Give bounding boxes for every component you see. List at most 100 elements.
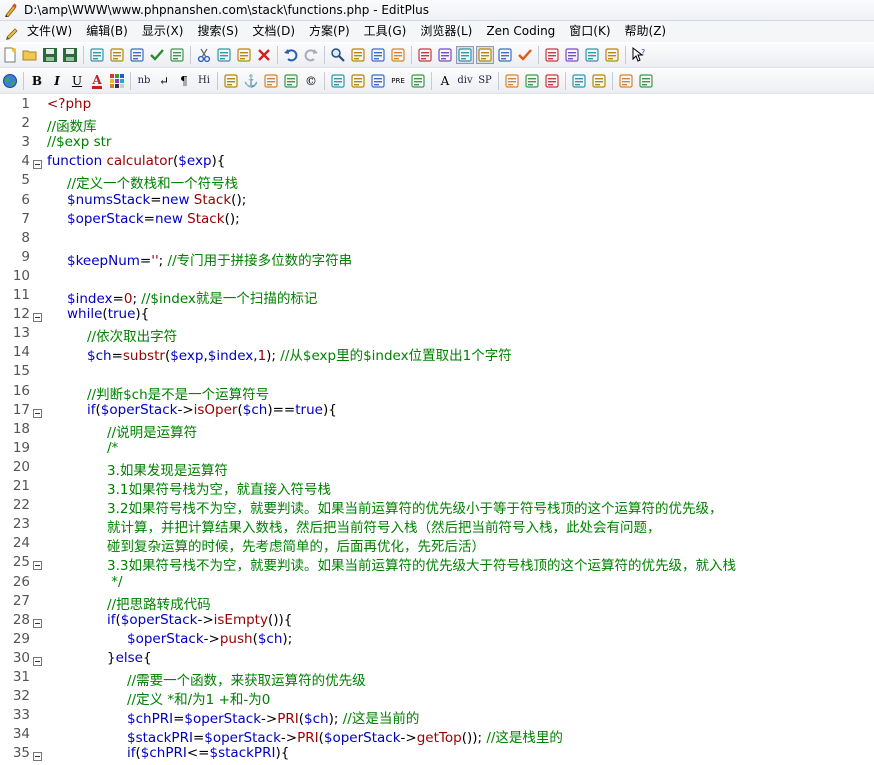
menu-item[interactable]: 搜索(S) <box>190 21 245 42</box>
new-file-icon[interactable] <box>1 46 19 64</box>
hr-icon[interactable] <box>262 72 280 90</box>
code-line[interactable]: 20 3.如果发现是运算符 <box>0 459 874 479</box>
code-line[interactable]: 31 //需要一个函数，来获取运算符的优先级 <box>0 669 874 689</box>
window-icon[interactable] <box>543 46 561 64</box>
bold-icon[interactable]: B <box>28 72 46 90</box>
word-wrap-icon[interactable] <box>456 46 474 64</box>
menu-pencil-icon[interactable] <box>4 24 20 40</box>
redo-icon[interactable] <box>302 46 320 64</box>
menu-item[interactable]: 文件(W) <box>20 21 79 42</box>
comment-icon[interactable] <box>282 72 300 90</box>
code-line[interactable]: 28 if($operStack->isEmpty()){ <box>0 612 874 631</box>
replace-icon[interactable] <box>349 46 367 64</box>
menu-item[interactable]: 窗口(K) <box>562 21 617 42</box>
code-line[interactable]: 5 //定义一个数栈和一个符号栈 <box>0 172 874 192</box>
tile-icon[interactable] <box>563 46 581 64</box>
paste-icon[interactable] <box>235 46 253 64</box>
table-icon[interactable] <box>329 72 347 90</box>
code-line[interactable]: 12 while(true){ <box>0 306 874 325</box>
fold-toggle-icon[interactable] <box>33 310 42 323</box>
code-line[interactable]: 33 $chPRI=$operStack->PRI($ch); //这是当前的 <box>0 707 874 727</box>
color-grid-icon[interactable] <box>108 72 126 90</box>
underline-icon[interactable]: U <box>68 72 86 90</box>
check-icon[interactable] <box>148 46 166 64</box>
spell-icon[interactable] <box>516 46 534 64</box>
menu-item[interactable]: 工具(G) <box>357 21 414 42</box>
menu-item[interactable]: 方案(P) <box>302 21 357 42</box>
line-break-icon[interactable]: ↵ <box>155 72 173 90</box>
pre-icon[interactable]: PRE <box>389 72 407 90</box>
code-editor[interactable]: 1 <?php 2 //函数库 3 //$exp str 4 function calcula… <box>0 96 874 762</box>
browser-icon[interactable] <box>590 72 608 90</box>
code-line[interactable]: 4 function calculator($exp){ <box>0 153 874 172</box>
code-line[interactable]: 15 <box>0 363 874 382</box>
code-line[interactable]: 16 //判断$ch是不是一个运算符号 <box>0 383 874 403</box>
script-icon[interactable] <box>543 72 561 90</box>
code-line[interactable]: 24 碰到复杂运算的时候，先考虑简单的，后面再优化，先死后活） <box>0 535 874 555</box>
find-icon[interactable] <box>329 46 347 64</box>
center-icon[interactable] <box>369 72 387 90</box>
div-icon[interactable]: div <box>456 72 474 90</box>
edit-icon[interactable] <box>503 72 521 90</box>
code-line[interactable]: 34 $stackPRI=$operStack->PRI($operStack->… <box>0 726 874 746</box>
code-line[interactable]: 25 3.3如果符号栈不为空，就要判读。如果当前运算符的优先级大于符号栈顶的这个运… <box>0 554 874 574</box>
code-line[interactable]: 9 $keepNum=''; //专门用于拼接多位数的字符串 <box>0 249 874 269</box>
column-select-icon[interactable] <box>496 46 514 64</box>
list-icon[interactable] <box>409 72 427 90</box>
fold-toggle-icon[interactable] <box>33 406 42 418</box>
code-line[interactable]: 18 //说明是运算符 <box>0 421 874 441</box>
code-line[interactable]: 23 就计算，并把计算结果入数栈，然后把当前符号入栈（然后把当前符号入栈，此处会有… <box>0 516 874 536</box>
menu-item[interactable]: 帮助(Z) <box>618 21 674 42</box>
fold-toggle-icon[interactable] <box>33 654 42 666</box>
span-icon[interactable]: SP <box>476 72 494 90</box>
heading-icon[interactable]: Hi <box>195 72 213 90</box>
code-line[interactable]: 3 //$exp str <box>0 134 874 153</box>
code-line[interactable]: 19 /* <box>0 440 874 459</box>
code-line[interactable]: 21 3.1如果符号栈为空，就直接入符号栈 <box>0 478 874 498</box>
copyright-icon[interactable]: © <box>302 72 320 90</box>
view-icon[interactable] <box>570 72 588 90</box>
code-line[interactable]: 17 if($operStack->isOper($ch)==true){ <box>0 402 874 421</box>
hex-icon[interactable] <box>436 46 454 64</box>
line-number-icon[interactable] <box>476 46 494 64</box>
code-line[interactable]: 1 <?php <box>0 96 874 115</box>
code-line[interactable]: 6 $numsStack=new Stack(); <box>0 192 874 211</box>
cliptext-icon[interactable] <box>583 46 601 64</box>
code-line[interactable]: 30}else{ <box>0 650 874 669</box>
code-line[interactable]: 27 //把思路转成代码 <box>0 593 874 613</box>
paragraph-icon[interactable]: ¶ <box>175 72 193 90</box>
form-icon[interactable]: A <box>436 72 454 90</box>
help-cursor-icon[interactable]: ? <box>630 46 648 64</box>
menu-item[interactable]: 编辑(B) <box>79 21 135 42</box>
code-line[interactable]: 8 <box>0 230 874 249</box>
menu-item[interactable]: Zen Coding <box>479 21 562 42</box>
copy-icon[interactable] <box>215 46 233 64</box>
globe-icon[interactable] <box>1 72 19 90</box>
menu-item[interactable]: 显示(X) <box>135 21 191 42</box>
code-line[interactable]: 7 $operStack=new Stack(); <box>0 211 874 230</box>
preview-icon[interactable] <box>637 72 655 90</box>
find-in-files-icon[interactable] <box>369 46 387 64</box>
nbsp-icon[interactable]: nb <box>135 72 153 90</box>
fold-toggle-icon[interactable] <box>33 616 42 628</box>
code-line[interactable]: 13 //依次取出字符 <box>0 325 874 345</box>
print-icon[interactable] <box>108 46 126 64</box>
code-line[interactable]: 11 $index=0; //$index就是一个扫描的标记 <box>0 287 874 307</box>
dir-icon[interactable] <box>603 46 621 64</box>
menu-item[interactable]: 浏览器(L) <box>413 21 479 42</box>
code-line[interactable]: 32 //定义 *和/为1 +和-为0 <box>0 688 874 708</box>
delete-icon[interactable] <box>255 46 273 64</box>
print-preview-icon[interactable] <box>88 46 106 64</box>
code-line[interactable]: 22 3.2如果符号栈不为空，就要判读。如果当前运算符的优先级小于等于符号栈顶的这… <box>0 497 874 517</box>
image-icon[interactable] <box>222 72 240 90</box>
ftp-upload-icon[interactable] <box>168 46 186 64</box>
editplus-app-icon[interactable] <box>4 3 18 18</box>
open-folder-icon[interactable] <box>21 46 39 64</box>
cut-icon[interactable] <box>195 46 213 64</box>
fold-toggle-icon[interactable] <box>33 157 42 170</box>
code-line[interactable]: 29 $operStack->push($ch); <box>0 631 874 650</box>
code-line[interactable]: 10 <box>0 268 874 287</box>
code-line[interactable]: 26 */ <box>0 574 874 593</box>
spell-check-icon[interactable] <box>128 46 146 64</box>
save-icon[interactable] <box>41 46 59 64</box>
